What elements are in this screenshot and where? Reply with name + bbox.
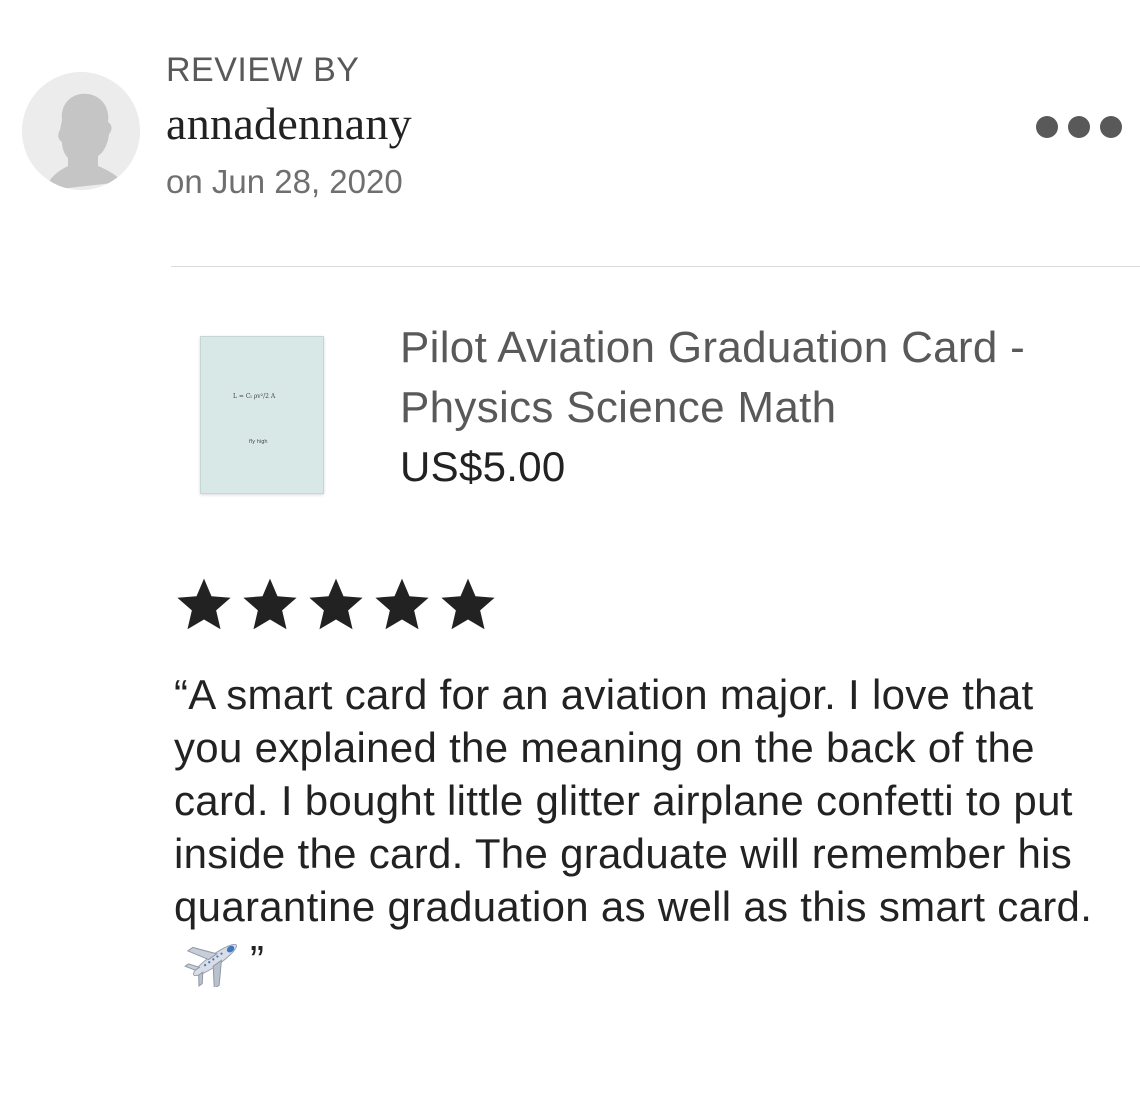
star-icon (375, 578, 429, 630)
star-rating (172, 574, 500, 636)
review-body: “A smart card for an aviation major. I l… (174, 671, 1093, 930)
reviewer-username[interactable]: annadennany (166, 96, 412, 152)
more-horizontal-icon (1036, 116, 1058, 138)
star-icon (441, 578, 495, 630)
star-icon (177, 578, 231, 630)
thumbnail-formula: L = Cₗ ρv²/2 A (233, 393, 276, 400)
listing-title[interactable]: Pilot Aviation Graduation Card - Physics… (400, 318, 1100, 438)
airplane-icon (184, 943, 238, 987)
divider (171, 266, 1140, 267)
star-icon (243, 578, 297, 630)
review-close-quote: ” (250, 937, 265, 984)
more-horizontal-icon (1068, 116, 1090, 138)
more-horizontal-icon (1100, 116, 1122, 138)
listing-price: US$5.00 (400, 443, 566, 490)
review-by-label: REVIEW BY (166, 51, 360, 89)
thumbnail-caption: fly high (249, 439, 268, 445)
more-options-button[interactable] (1036, 112, 1122, 142)
listing-thumbnail[interactable]: L = Cₗ ρv²/2 A fly high (200, 336, 324, 494)
avatar[interactable] (22, 72, 140, 190)
review-date: on Jun 28, 2020 (166, 163, 403, 200)
user-silhouette-icon (22, 72, 140, 190)
review-text: “A smart card for an aviation major. I l… (174, 668, 1114, 987)
star-icon (309, 578, 363, 630)
